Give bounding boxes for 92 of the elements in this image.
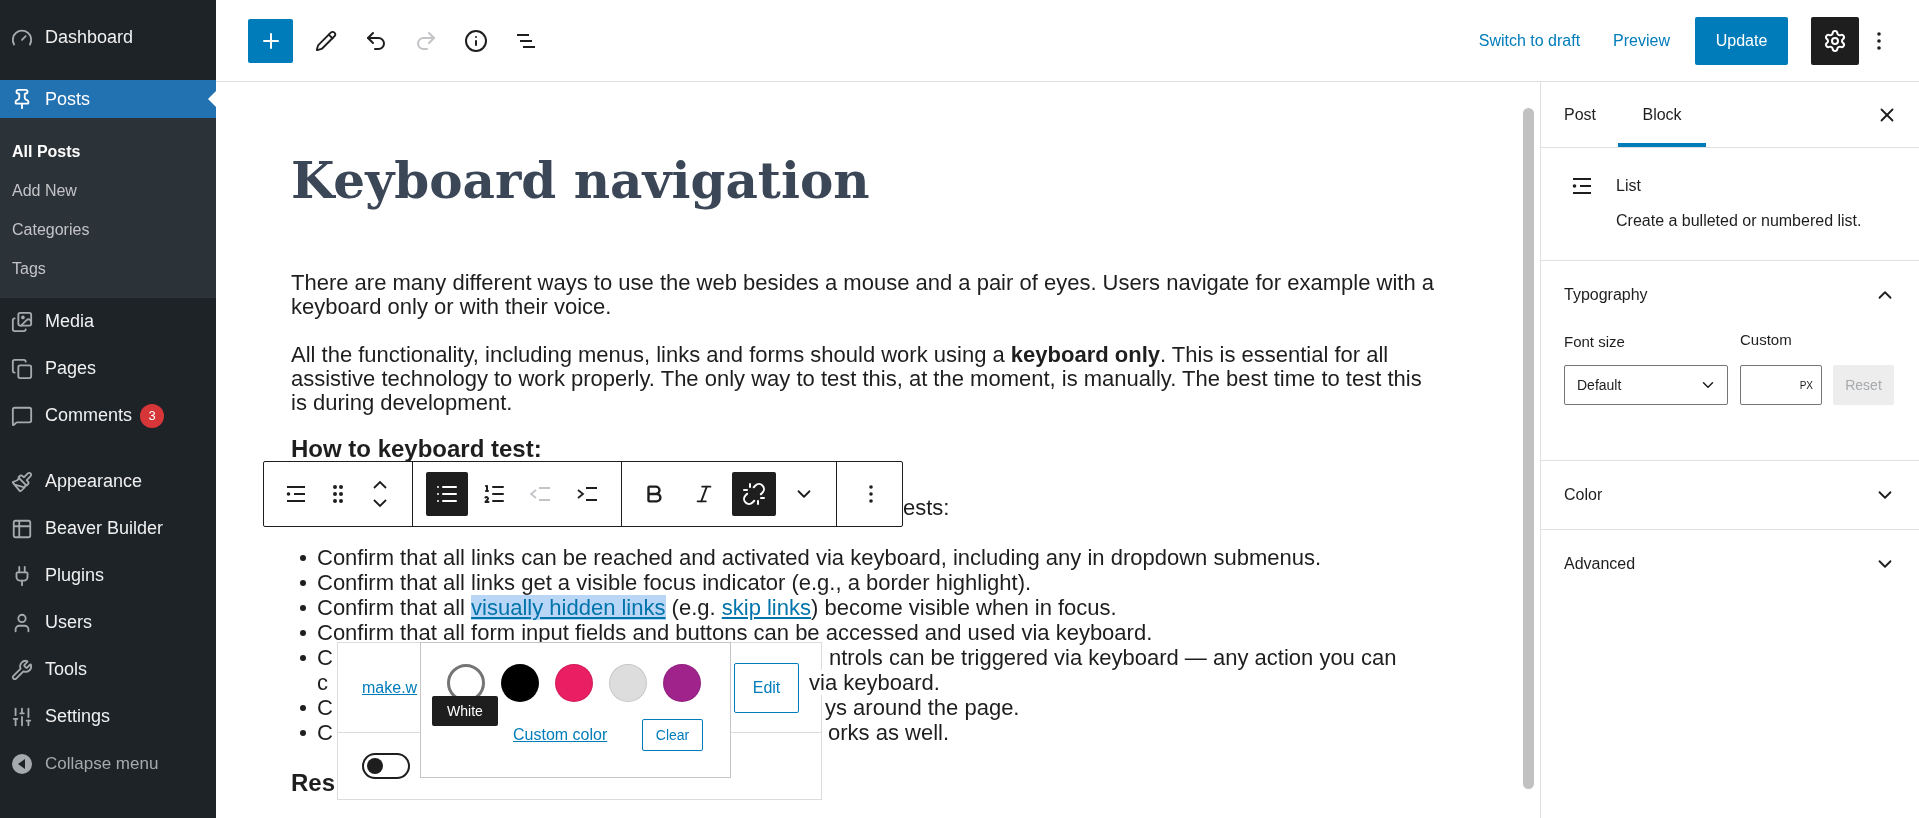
sidebar-label: Settings [45,705,111,728]
section-heading: Res [291,769,337,797]
edit-button[interactable]: Edit [734,662,799,713]
sidebar-item[interactable]: Dashboard [0,14,216,61]
preview-link[interactable]: Preview [1613,28,1670,53]
sidebar-label: Posts [45,87,91,111]
list-bullet [300,580,306,586]
sidebar-item[interactable]: Appearance [0,458,216,505]
list-item: Confirm that all visually hidden links (e.g. skip links) become visible when in focus. [317,595,1117,620]
list-item: Confirm that all links can be reached and activated via keyboard, including any in dropdown submenus. [317,545,1322,570]
paintbrush-icon [11,470,33,493]
link-url[interactable]: make.w [362,675,418,700]
paragraph: ests: [903,495,950,520]
toolbar-button[interactable] [426,472,468,516]
count-badge: 3 [140,403,165,428]
custom-size-field[interactable]: PX [1740,365,1822,405]
list-item-fragment: C [317,720,333,745]
collapse-menu-button[interactable]: Collapse menu [0,740,216,787]
sidebar-item[interactable]: Media [0,298,216,345]
field-label: Custom [1740,330,1793,350]
kebab-icon [869,485,873,503]
submenu-item[interactable]: Tags [0,249,216,288]
sliders-icon [11,705,33,728]
list-bullet [300,730,306,736]
toggle-knob [367,758,383,774]
list-bullet [300,705,306,711]
sidebar-item[interactable]: Beaver Builder [0,505,216,552]
sidebar-label: Tools [45,658,88,681]
images-icon [11,310,33,333]
list-bullet [300,605,306,611]
panel-section-header[interactable]: Typography [1541,261,1919,329]
list-item: Confirm that all links get a visible focus indicator (e.g., a border highlight). [317,570,1032,595]
numbered-list-icon [481,482,506,506]
update-button[interactable]: Update [1695,16,1788,65]
sidebar-label: Beaver Builder [45,517,164,540]
paragraph: All the functionality, including menus, links and forms should work using a keyboard only. This is essential for all assistive technology to work properly. The only way to test this, at the moment, is manually. The best time to test this is during development. [291,343,1423,415]
list-item: Confirm that all form input fields and buttons can be accessed and used via keyboard. [317,620,1153,645]
submenu-item[interactable]: Add New [0,171,216,210]
sidebar-label: Media [45,310,95,333]
scrollbar[interactable] [1523,108,1534,789]
list-item-fragment: C [317,645,333,670]
section-heading: How to keyboard test: [291,435,543,463]
sidebar-label: Users [45,611,92,634]
custom-color-link[interactable]: Custom color [513,723,608,747]
sidebar-item[interactable]: Pages [0,345,216,392]
list-bullet [300,655,306,661]
toolbar-button[interactable] [732,472,776,516]
sidebar-item[interactable]: Comments 3 [0,392,216,439]
sidebar-label: Dashboard [45,26,134,49]
text-link[interactable]: skip links [721,595,811,620]
sidebar-item[interactable]: Users [0,599,216,646]
kebab-icon [1877,31,1881,50]
info-icon [464,28,488,53]
panel-tab[interactable]: Post [1544,82,1616,147]
post-title[interactable]: Keyboard navigation [291,152,1451,210]
panel-section-header[interactable]: Color [1541,461,1919,529]
switch-to-draft-link[interactable]: Switch to draft [1478,28,1581,53]
panel-section-header[interactable]: Advanced [1541,530,1919,598]
clear-button[interactable]: Clear [642,719,703,751]
sidebar-label: Appearance [45,470,143,493]
toggle-switch[interactable] [362,753,410,779]
tooltip: White [432,696,498,726]
submenu-item[interactable]: All Posts [0,132,216,171]
wrench-icon [11,658,33,681]
sidebar-item[interactable]: Posts [0,80,216,118]
paragraph: There are many different ways to use the web besides a mouse and a pair of eyes. Users navigate for example with a keyboard only or with their voice. [291,271,1435,319]
field-label: Font size [1564,332,1626,352]
table-icon [11,517,33,540]
unlink-icon [742,482,766,506]
submenu-item[interactable]: Categories [0,210,216,249]
list-item-fragment: c [317,670,328,695]
font-size-select[interactable]: Default [1564,365,1728,405]
collapse-icon [11,752,33,775]
settings-icon [1823,28,1847,53]
sidebar-item[interactable]: Tools [0,646,216,693]
list-item-fragment: C [317,695,333,720]
block-name: List [1616,176,1642,196]
list-bullet [300,555,306,561]
block-description: Create a bulleted or numbered list. [1616,211,1862,231]
list-bullet [300,630,306,636]
add-block-button[interactable] [248,18,293,63]
panel-tab[interactable]: Block [1618,82,1706,147]
settings-button[interactable] [1811,16,1859,65]
pages-icon [11,357,33,380]
sidebar-label: Plugins [45,564,105,587]
sidebar-label: Pages [45,357,97,380]
sidebar-label: Comments [45,404,133,427]
sidebar-item[interactable]: Settings [0,693,216,740]
list-item-fragment: via keyboard. [809,670,940,695]
sidebar-item[interactable]: Plugins [0,552,216,599]
speech-bubble-icon [11,404,33,427]
pencil-icon [315,29,337,52]
